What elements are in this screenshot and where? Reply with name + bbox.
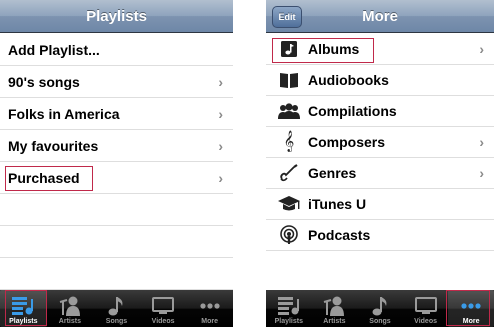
more-row-compilations[interactable]: Compilations xyxy=(266,96,494,127)
row-label: Purchased xyxy=(8,169,80,186)
tab-label: Videos xyxy=(151,318,175,325)
chevron-right-icon: › xyxy=(479,41,484,57)
tab-playlists[interactable]: Playlists xyxy=(266,290,312,327)
tab-videos[interactable]: Videos xyxy=(403,290,449,327)
chevron-right-icon: › xyxy=(218,169,223,186)
playlist-row-purchased[interactable]: Purchased › xyxy=(0,162,233,194)
guitar-icon xyxy=(274,164,304,182)
navigation-bar: Edit More xyxy=(266,0,494,33)
tab-more[interactable]: More xyxy=(448,290,494,327)
more-row-itunes-u[interactable]: iTunes U xyxy=(266,189,494,220)
tab-label: Videos xyxy=(414,318,437,325)
graduation-cap-icon xyxy=(274,195,304,213)
chevron-right-icon: › xyxy=(479,134,484,150)
row-label: Albums xyxy=(308,41,360,57)
row-label: iTunes U xyxy=(308,196,367,212)
tab-label: Artists xyxy=(323,318,346,325)
row-label: Audiobooks xyxy=(308,72,389,88)
more-icon xyxy=(198,295,222,317)
empty-row xyxy=(0,258,233,290)
playlists-icon xyxy=(277,295,301,317)
more-row-genres[interactable]: Genres › xyxy=(266,158,494,189)
more-screen: Edit More Albums › Audiobooks Compilatio… xyxy=(266,0,494,327)
videos-icon xyxy=(151,295,175,317)
playlists-screen: Playlists Add Playlist... 90's songs › F… xyxy=(0,0,233,327)
tab-label: Playlists xyxy=(274,318,303,325)
audiobook-icon xyxy=(274,71,304,89)
tab-label: More xyxy=(462,318,480,325)
row-label: Add Playlist... xyxy=(8,41,100,58)
tab-artists[interactable]: Artists xyxy=(47,290,94,327)
navigation-bar: Playlists xyxy=(0,0,233,33)
tab-playlists[interactable]: Playlists xyxy=(0,290,47,327)
row-label: 90's songs xyxy=(8,73,80,90)
row-label: Folks in America xyxy=(8,105,120,122)
add-playlist-row[interactable]: Add Playlist... xyxy=(0,34,233,66)
tab-videos[interactable]: Videos xyxy=(140,290,187,327)
chevron-right-icon: › xyxy=(479,165,484,181)
row-label: Genres xyxy=(308,165,357,181)
treble-clef-icon: 𝄞 xyxy=(283,131,295,152)
row-label: Compilations xyxy=(308,103,397,119)
empty-row xyxy=(0,194,233,226)
page-title: More xyxy=(362,7,398,25)
playlist-row-90s-songs[interactable]: 90's songs › xyxy=(0,66,233,98)
row-label: My favourites xyxy=(8,137,99,154)
chevron-right-icon: › xyxy=(218,73,223,90)
tab-label: Playlists xyxy=(9,318,38,325)
videos-icon xyxy=(414,295,438,317)
artists-icon xyxy=(58,295,82,317)
chevron-right-icon: › xyxy=(218,137,223,154)
more-row-podcasts[interactable]: Podcasts xyxy=(266,220,494,251)
tab-label: More xyxy=(201,318,219,325)
tab-label: Artists xyxy=(58,318,81,325)
compilations-icon xyxy=(274,102,304,120)
tab-songs[interactable]: Songs xyxy=(357,290,403,327)
page-title: Playlists xyxy=(86,7,147,25)
more-row-composers[interactable]: 𝄞 Composers › xyxy=(266,127,494,158)
chevron-right-icon: › xyxy=(218,105,223,122)
tab-bar: Playlists Artists Songs Videos More xyxy=(0,290,233,327)
tab-artists[interactable]: Artists xyxy=(312,290,358,327)
album-icon xyxy=(274,40,304,58)
more-icon xyxy=(459,295,483,317)
tab-more[interactable]: More xyxy=(186,290,233,327)
tab-bar: Playlists Artists Songs Videos More xyxy=(266,290,494,327)
playlists-list: Add Playlist... 90's songs › Folks in Am… xyxy=(0,34,233,290)
podcast-icon xyxy=(274,225,304,245)
playlist-row-folks-in-america[interactable]: Folks in America › xyxy=(0,98,233,130)
edit-button[interactable]: Edit xyxy=(272,6,302,28)
tab-label: Songs xyxy=(105,318,128,325)
more-row-albums[interactable]: Albums › xyxy=(266,34,494,65)
more-row-audiobooks[interactable]: Audiobooks xyxy=(266,65,494,96)
more-list: Albums › Audiobooks Compilations 𝄞 Compo… xyxy=(266,34,494,251)
row-label: Composers xyxy=(308,134,386,150)
playlist-row-my-favourites[interactable]: My favourites › xyxy=(0,130,233,162)
songs-icon xyxy=(104,295,128,317)
songs-icon xyxy=(368,295,392,317)
playlists-icon xyxy=(11,295,35,317)
empty-row xyxy=(0,226,233,258)
artists-icon xyxy=(322,295,346,317)
tab-songs[interactable]: Songs xyxy=(93,290,140,327)
tab-label: Songs xyxy=(369,318,391,325)
row-label: Podcasts xyxy=(308,227,371,243)
